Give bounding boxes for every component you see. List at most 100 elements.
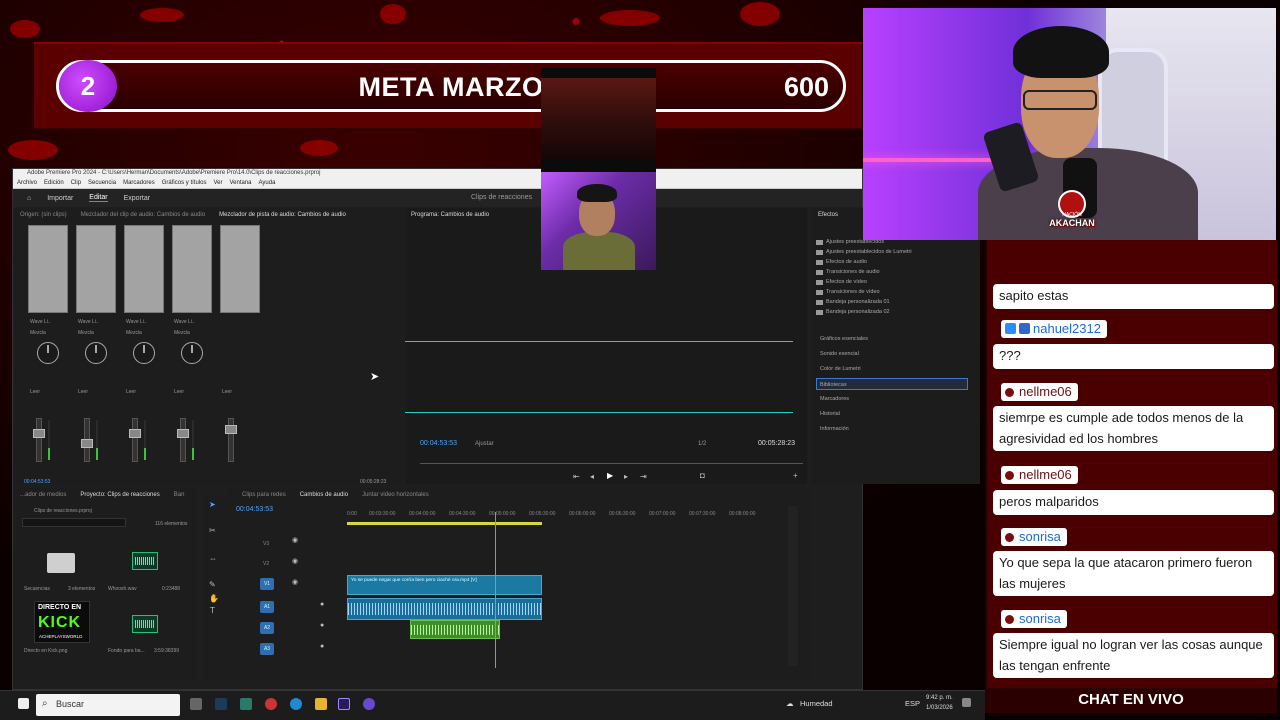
section-bibliotecas[interactable]: Bibliotecas xyxy=(816,378,968,390)
volume-fader[interactable] xyxy=(177,418,189,462)
audio-file-icon[interactable] xyxy=(132,615,158,633)
mic-icon[interactable]: ● xyxy=(320,622,324,629)
audio-file-icon[interactable] xyxy=(132,552,158,570)
tab-clip-mixer[interactable]: Mezclador del clip de audio: Cambios de … xyxy=(81,212,205,218)
language[interactable]: ESP xyxy=(905,699,920,708)
ripple-tool-icon[interactable]: ⇔ xyxy=(209,554,217,563)
read-label[interactable]: Leer xyxy=(222,389,232,395)
mic-icon[interactable]: ● xyxy=(320,643,324,650)
tab-program[interactable]: Programa: Cambios de audio xyxy=(411,212,489,218)
section-historial[interactable]: Historial xyxy=(820,408,972,420)
pen-tool-icon[interactable]: ✎ xyxy=(209,580,216,589)
play-icon[interactable]: ▶ xyxy=(607,471,613,480)
resolution-dropdown[interactable]: 1/2 xyxy=(698,441,706,447)
home-icon[interactable]: ⌂ xyxy=(27,195,31,202)
read-label[interactable]: Leer xyxy=(30,389,40,395)
eye-icon[interactable]: ◉ xyxy=(292,578,298,586)
menu-ventana[interactable]: Ventana xyxy=(229,180,251,186)
effects-folder[interactable]: Efectos de vídeo xyxy=(826,279,867,285)
video-clip[interactable]: Yo se puede negar que corría bien pero c… xyxy=(347,575,542,595)
track-target-a2[interactable]: A2 xyxy=(260,622,274,634)
tab-bin[interactable]: Ban xyxy=(174,492,185,498)
section-color[interactable]: Color de Lumetri xyxy=(820,363,972,375)
premiere-icon[interactable] xyxy=(338,698,350,710)
mode-label[interactable]: Mezcla xyxy=(126,330,142,336)
text-tool-icon[interactable]: T xyxy=(210,606,215,615)
step-forward-icon[interactable]: ⇥ xyxy=(640,472,647,481)
playhead[interactable] xyxy=(495,512,496,668)
work-area-bar[interactable] xyxy=(347,522,542,525)
pan-knob[interactable] xyxy=(85,342,107,364)
obs-icon[interactable] xyxy=(363,698,375,710)
hand-tool-icon[interactable]: ✋ xyxy=(209,594,219,603)
search-box[interactable]: ⌕ Buscar xyxy=(36,694,180,716)
fit-dropdown[interactable]: Ajustar xyxy=(475,441,494,447)
volume-fader[interactable] xyxy=(33,418,45,462)
tab-project[interactable]: Proyecto: Clips de reacciones xyxy=(80,492,159,498)
task-view-icon[interactable] xyxy=(190,698,202,710)
volume-fader[interactable] xyxy=(129,418,141,462)
tab-track-mixer[interactable]: Mezclador de pista de audio: Cambios de … xyxy=(219,212,346,218)
file-explorer-icon[interactable] xyxy=(315,698,327,710)
step-back-icon[interactable]: ⇤ xyxy=(573,472,580,481)
volume-fader[interactable] xyxy=(81,418,93,462)
read-label[interactable]: Leer xyxy=(78,389,88,395)
tab-media[interactable]: ...ador de medios xyxy=(20,492,66,498)
menu-marcadores[interactable]: Marcadores xyxy=(123,180,155,186)
mode-label[interactable]: Mezcla xyxy=(30,330,46,336)
effects-folder[interactable]: Transiciones de audio xyxy=(826,269,880,275)
tab-effects[interactable]: Efectos xyxy=(818,212,838,218)
menu-archivo[interactable]: Archivo xyxy=(17,180,37,186)
tab-clips-redes[interactable]: Clips para redes xyxy=(242,492,286,498)
bin-folder-icon[interactable] xyxy=(47,553,75,573)
menu-ver[interactable]: Ver xyxy=(213,180,222,186)
audio-clip[interactable] xyxy=(347,598,542,620)
section-sonido[interactable]: Sonido esencial xyxy=(820,348,972,360)
section-graficos[interactable]: Gráficos esenciales xyxy=(820,333,972,345)
menu-edicion[interactable]: Edición xyxy=(44,180,64,186)
frame-forward-icon[interactable]: ▸ xyxy=(624,472,628,481)
section-marcadores[interactable]: Marcadores xyxy=(820,393,972,405)
eye-icon[interactable]: ◉ xyxy=(292,536,298,544)
menu-secuencia[interactable]: Secuencia xyxy=(88,180,116,186)
edge-icon[interactable] xyxy=(290,698,302,710)
effects-folder[interactable]: Bandeja personalizada 02 xyxy=(826,309,890,315)
camera-icon[interactable]: ◘ xyxy=(700,471,705,480)
frame-back-icon[interactable]: ◂ xyxy=(590,472,594,481)
effects-folder[interactable]: Ajustes preestablecidos de Lumetri xyxy=(826,249,912,255)
kick-thumbnail[interactable]: DIRECTO EN KICK ACHEPLAYSWORLD xyxy=(34,601,90,643)
effects-folder[interactable]: Bandeja personalizada 01 xyxy=(826,299,890,305)
razor-tool-icon[interactable]: ✂ xyxy=(209,526,216,535)
project-search-input[interactable] xyxy=(22,518,126,527)
eye-icon[interactable]: ◉ xyxy=(292,557,298,565)
pan-knob[interactable] xyxy=(37,342,59,364)
audio-clip-green[interactable] xyxy=(410,620,500,639)
tab-exportar[interactable]: Exportar xyxy=(124,195,150,202)
menu-clip[interactable]: Clip xyxy=(71,180,81,186)
menu-ayuda[interactable]: Ayuda xyxy=(259,180,276,186)
program-scrubber[interactable] xyxy=(420,463,803,464)
track-target-a3[interactable]: A3 xyxy=(260,643,274,655)
section-informacion[interactable]: Información xyxy=(820,423,972,435)
mic-icon[interactable]: ● xyxy=(320,601,324,608)
clock-date[interactable]: 1/03/2026 xyxy=(926,705,953,711)
track-target-v1[interactable]: V1 xyxy=(260,578,274,590)
tab-importar[interactable]: Importar xyxy=(47,195,73,202)
tab-juntar-video[interactable]: Juntar video horizontales xyxy=(362,492,429,498)
menu-graficos[interactable]: Gráficos y títulos xyxy=(162,180,207,186)
add-button-icon[interactable]: + xyxy=(793,471,798,480)
pan-knob[interactable] xyxy=(133,342,155,364)
selection-tool-icon[interactable]: ➤ xyxy=(209,500,216,509)
effects-folder[interactable]: Transiciones de vídeo xyxy=(826,289,880,295)
photoshop-icon[interactable] xyxy=(215,698,227,710)
chrome-icon[interactable] xyxy=(265,698,277,710)
tab-origen[interactable]: Origen: (sin clips) xyxy=(20,212,67,218)
track-target-a1[interactable]: A1 xyxy=(260,601,274,613)
notification-icon[interactable] xyxy=(962,698,971,707)
effects-folder[interactable]: Efectos de audio xyxy=(826,259,867,265)
tab-cambios-audio[interactable]: Cambios de audio xyxy=(300,492,348,498)
read-label[interactable]: Leer xyxy=(126,389,136,395)
app-icon[interactable] xyxy=(240,698,252,710)
read-label[interactable]: Leer xyxy=(174,389,184,395)
mode-label[interactable]: Mezcla xyxy=(78,330,94,336)
